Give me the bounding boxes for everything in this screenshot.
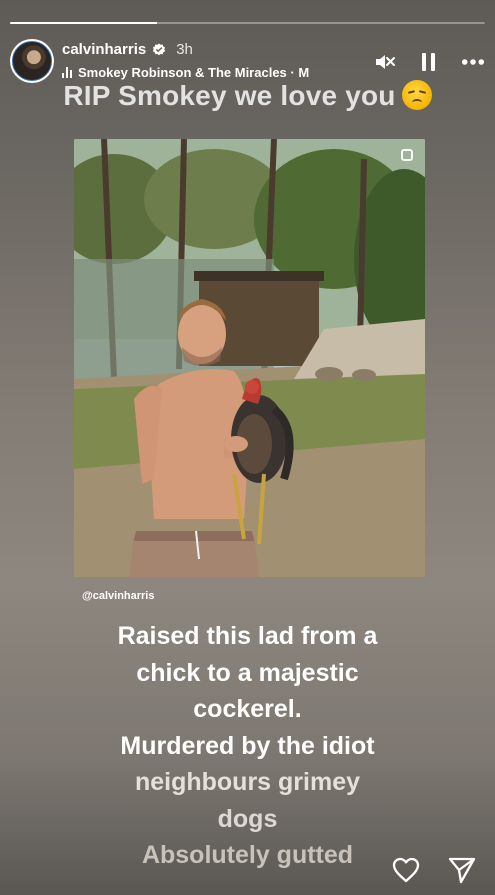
music-label: Smokey Robinson & The Miracles · M bbox=[78, 65, 310, 80]
mute-speaker-icon[interactable] bbox=[373, 50, 397, 74]
story-header: calvinharris 3h Smokey Robinson & The Mi… bbox=[10, 38, 485, 84]
story-caption-body: Raised this lad from a chick to a majesti… bbox=[0, 618, 495, 874]
photo-illustration bbox=[74, 139, 425, 577]
caption-line: cockerel. bbox=[193, 695, 302, 723]
send-icon[interactable] bbox=[447, 855, 477, 885]
mention-tag[interactable]: @calvinharris bbox=[82, 590, 154, 602]
pause-icon[interactable] bbox=[417, 50, 441, 74]
audio-bars-icon bbox=[62, 67, 72, 78]
username-row: calvinharris 3h bbox=[62, 41, 193, 58]
story-viewer[interactable]: calvinharris 3h Smokey Robinson & The Mi… bbox=[0, 0, 495, 895]
verified-badge-icon bbox=[153, 43, 166, 55]
story-caption-top: RIP Smokey we love you bbox=[0, 80, 495, 112]
story-actions bbox=[391, 855, 477, 885]
heart-icon[interactable] bbox=[391, 855, 421, 885]
caption-line: neighbours grimey bbox=[134, 768, 361, 796]
avatar-image bbox=[12, 41, 52, 81]
caption-line: dogs bbox=[217, 804, 278, 833]
avatar[interactable] bbox=[10, 39, 54, 83]
caption-top-text: RIP Smokey we love you bbox=[63, 80, 396, 111]
caption-line: Murdered by the idiot bbox=[120, 731, 375, 760]
shared-post-photo[interactable] bbox=[74, 139, 425, 577]
music-attribution[interactable]: Smokey Robinson & The Miracles · M bbox=[62, 65, 362, 80]
progress-fill bbox=[10, 22, 158, 24]
photo-corner-icon bbox=[401, 149, 413, 161]
more-options-icon[interactable] bbox=[461, 50, 485, 74]
disappointed-face-emoji bbox=[401, 80, 432, 110]
progress-segment bbox=[10, 22, 485, 24]
caption-line: Raised this lad from a bbox=[117, 622, 378, 650]
story-progress bbox=[10, 22, 485, 24]
username[interactable]: calvinharris bbox=[62, 41, 146, 58]
caption-line: chick to a majestic bbox=[136, 658, 359, 687]
story-controls bbox=[373, 50, 485, 74]
timestamp: 3h bbox=[176, 41, 193, 58]
